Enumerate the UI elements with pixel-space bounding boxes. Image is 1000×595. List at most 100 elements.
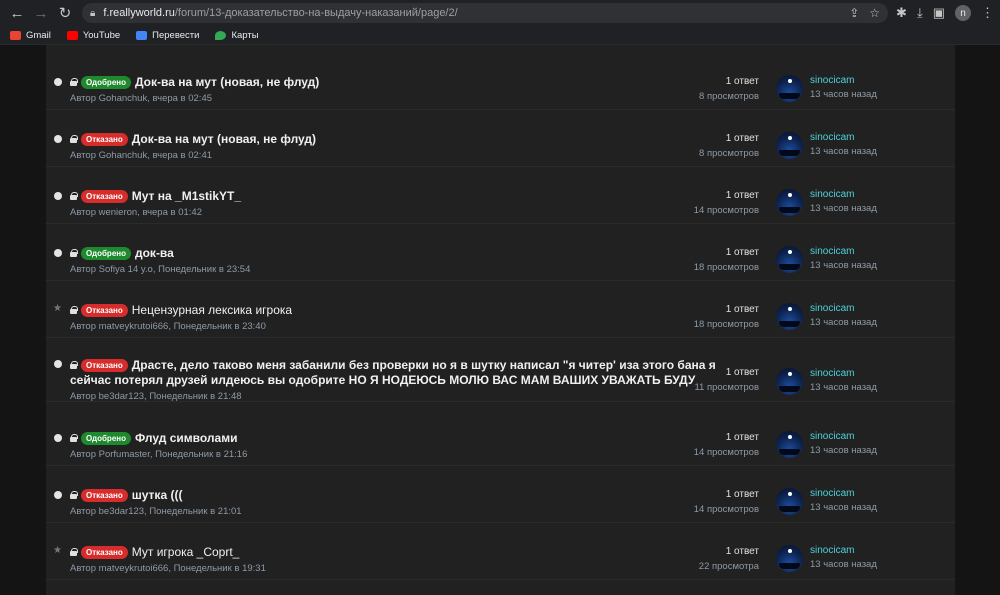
status-badge[interactable]: Одобрено <box>81 431 131 445</box>
avatar[interactable] <box>776 545 803 572</box>
bookmark-gmail[interactable]: Gmail <box>10 30 51 41</box>
url-host: f.reallyworld.ru <box>103 7 175 19</box>
youtube-icon <box>66 30 78 40</box>
answers-count: 1 ответ <box>725 190 759 201</box>
reload-icon[interactable]: ↻ <box>54 2 76 24</box>
topic-row[interactable]: Отказано Драсте, дело таково меня забани… <box>46 338 955 402</box>
status-badge[interactable]: Одобрено <box>81 246 131 260</box>
last-poster-name[interactable]: sinocicam <box>810 488 877 499</box>
topic-title[interactable]: док-ва <box>135 246 174 260</box>
side-panel-icon[interactable]: ▣ <box>933 5 945 21</box>
topic-row[interactable]: Одобрено док-ва Автор Sofiya 14 y.o, Пон… <box>46 224 955 281</box>
answers-count: 1 ответ <box>725 304 759 315</box>
views-count: 22 просмотра <box>698 561 759 572</box>
status-badge[interactable]: Отказано <box>81 545 128 559</box>
topic-title[interactable]: Мут на _M1stikYT_ <box>132 189 241 203</box>
status-badge[interactable]: Отказано <box>81 303 128 317</box>
last-post-time: 13 часов назад <box>810 203 877 214</box>
topic-title[interactable]: Нецензурная лексика игрока <box>132 303 292 317</box>
status-badge[interactable]: Одобрено <box>81 75 131 89</box>
topic-stats: 1 ответ 11 просмотров <box>694 367 759 393</box>
views-count: 8 просмотров <box>699 148 759 159</box>
topic-title[interactable]: шутка ((( <box>132 488 183 502</box>
answers-count: 1 ответ <box>725 133 759 144</box>
last-poster-name[interactable]: sinocicam <box>810 545 877 556</box>
last-post-time: 13 часов назад <box>810 502 877 513</box>
topic-meta: Автор Porfumaster, Понедельник в 21:16 <box>70 449 248 460</box>
topic-title-line2[interactable]: сейчас потерял друзей илдеюсь вы одобрит… <box>70 373 695 387</box>
share-icon[interactable]: ⇪ <box>849 6 859 20</box>
bookmark-star-icon[interactable]: ☆ <box>869 6 880 20</box>
topic-title[interactable]: Мут игрока _Coprt_ <box>132 545 240 559</box>
status-badge[interactable]: Отказано <box>81 358 128 372</box>
status-badge[interactable]: Отказано <box>81 132 128 146</box>
unread-dot-icon <box>54 360 62 368</box>
last-poster-name[interactable]: sinocicam <box>810 303 877 314</box>
topic-title[interactable]: Флуд символами <box>135 431 237 445</box>
last-post-time: 13 часов назад <box>810 317 877 328</box>
last-poster-name[interactable]: sinocicam <box>810 368 877 379</box>
extensions-icon[interactable]: ✱ <box>896 5 907 21</box>
avatar[interactable] <box>776 132 803 159</box>
status-badge[interactable]: Отказано <box>81 488 128 502</box>
last-poster-name[interactable]: sinocicam <box>810 246 877 257</box>
avatar[interactable] <box>776 246 803 273</box>
topic-title[interactable]: Док-ва на мут (новая, не флуд) <box>132 132 316 146</box>
forward-arrow-icon[interactable]: → <box>30 2 52 24</box>
topic-row[interactable]: Одобрено Док-ва на мут (новая, не флуд) … <box>46 53 955 110</box>
topic-meta: Автор Gohanchuk, вчера в 02:41 <box>70 150 213 161</box>
views-count: 14 просмотров <box>693 205 759 216</box>
avatar[interactable] <box>776 303 803 330</box>
secure-lock-icon[interactable]: 🔒︎ <box>90 8 95 19</box>
bookmark-youtube[interactable]: YouTube <box>66 30 120 41</box>
topic-row[interactable]: Отказано шутка ((( Автор be3dar123, Поне… <box>46 466 955 523</box>
back-arrow-icon[interactable]: ← <box>6 2 28 24</box>
topic-meta: Автор matveykrutoi666, Понедельник в 23:… <box>70 321 266 332</box>
avatar[interactable] <box>776 431 803 458</box>
topic-stats: 1 ответ 8 просмотров <box>699 76 759 102</box>
topic-title[interactable]: Драсте, дело таково меня забанили без пр… <box>132 358 716 372</box>
bookmarks-bar: Gmail YouTube Перевести Карты <box>0 26 1000 45</box>
last-post-time: 13 часов назад <box>810 445 877 456</box>
topic-stats: 1 ответ 14 просмотров <box>694 190 759 216</box>
address-bar[interactable]: 🔒︎ f.reallyworld.ru/forum/13-доказательс… <box>82 3 889 23</box>
lock-icon <box>70 548 78 556</box>
avatar[interactable] <box>776 368 803 395</box>
topic-row[interactable]: Одобрено Флуд символами Автор Porfumaste… <box>46 409 955 466</box>
avatar[interactable] <box>776 189 803 216</box>
menu-kebab-icon[interactable]: ⋮ <box>981 5 994 21</box>
last-poster-name[interactable]: sinocicam <box>810 132 877 143</box>
lock-icon <box>70 192 78 200</box>
answers-count: 1 ответ <box>725 489 759 500</box>
bookmark-translate[interactable]: Перевести <box>136 30 199 41</box>
topic-row[interactable]: Отказано Мут на _M1stikYT_ Автор weniero… <box>46 167 955 224</box>
topic-title[interactable]: Док-ва на мут (новая, не флуд) <box>135 75 319 89</box>
lock-icon <box>70 491 78 499</box>
bookmark-maps[interactable]: Карты <box>215 30 259 41</box>
avatar[interactable] <box>776 488 803 515</box>
last-post-time: 13 часов назад <box>810 559 877 570</box>
views-count: 18 просмотров <box>693 319 759 330</box>
topic-meta: Автор Gohanchuk, вчера в 02:45 <box>70 93 213 104</box>
last-poster-name[interactable]: sinocicam <box>810 75 877 86</box>
translate-icon <box>136 30 148 40</box>
topic-row[interactable]: ★ Отказано Нецензурная лексика игрока Ав… <box>46 281 955 338</box>
answers-count: 1 ответ <box>725 76 759 87</box>
last-poster-name[interactable]: sinocicam <box>810 189 877 200</box>
topic-meta: Автор be3dar123, Понедельник в 21:01 <box>70 506 242 517</box>
avatar[interactable] <box>776 75 803 102</box>
topic-stats: 1 ответ 14 просмотров <box>694 489 759 515</box>
topic-list: Одобрено Док-ва на мут (новая, не флуд) … <box>46 45 955 595</box>
last-poster-name[interactable]: sinocicam <box>810 431 877 442</box>
topic-row[interactable]: ★ Отказано Мут игрока _Coprt_ Автор matv… <box>46 523 955 580</box>
answers-count: 1 ответ <box>725 247 759 258</box>
profile-avatar[interactable]: n <box>955 5 971 21</box>
download-icon[interactable]: ⤓ <box>917 5 923 21</box>
lock-icon <box>70 135 78 143</box>
topic-meta: Автор wenieron, вчера в 01:42 <box>70 207 202 218</box>
answers-count: 1 ответ <box>725 367 759 378</box>
status-badge[interactable]: Отказано <box>81 189 128 203</box>
last-post-time: 13 часов назад <box>810 382 877 393</box>
url-path: /forum/13-доказательство-на-выдачу-наказ… <box>174 7 458 19</box>
topic-row[interactable]: Отказано Док-ва на мут (новая, не флуд) … <box>46 110 955 167</box>
